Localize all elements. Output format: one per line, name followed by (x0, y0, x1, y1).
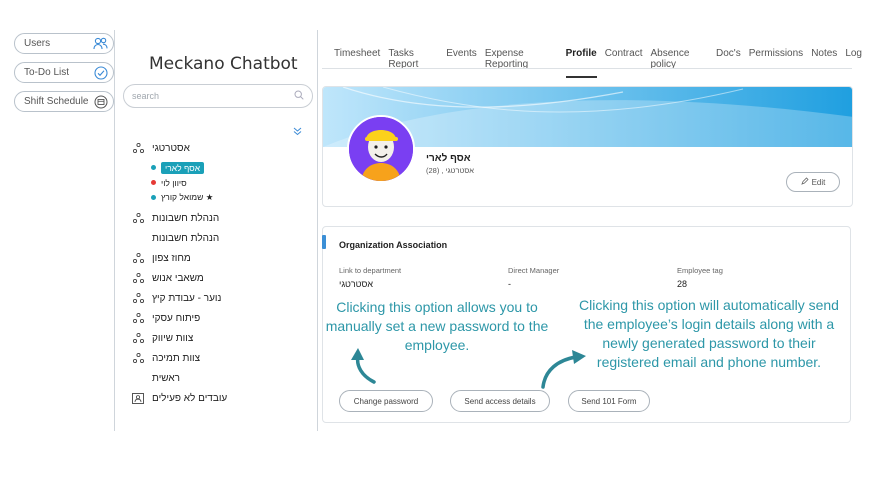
calendar-icon (93, 94, 108, 109)
sidebar: Meckano Chatbot search אסטרטגי אסף לארי (114, 30, 318, 431)
tree-node-label: הנהלת חשבונות (152, 232, 220, 244)
pencil-icon (800, 177, 809, 187)
field-label: Link to department (339, 266, 402, 275)
tree-node-label: צוות תמיכה (152, 352, 201, 364)
tab-expense-reporting[interactable]: Expense Reporting (485, 48, 558, 78)
profile-card: אסף לארי אסטרטגי , (28) Edit (322, 86, 853, 207)
org-title: Organization Association (339, 240, 448, 250)
tree-node-label: משאבי אנוש (152, 272, 204, 284)
tab-contract[interactable]: Contract (605, 48, 643, 78)
send-101-form-button[interactable]: Send 101 Form (568, 390, 650, 412)
annotation-send-access: Clicking this option will automatically … (579, 297, 839, 370)
employee-item[interactable]: סיוון לוי (131, 175, 301, 190)
tree-node[interactable]: הנהלת חשבונות (131, 228, 301, 248)
tree-node-inactive[interactable]: עובדים לא פעילים (131, 388, 301, 408)
app-root: Users To-Do List Shift Schedule Meckano … (0, 0, 870, 489)
employee-label: סיוון לוי (161, 177, 187, 188)
tree-node[interactable]: משאבי אנוש (131, 268, 301, 288)
profile-name: אסף לארי (426, 153, 471, 164)
profile-tabs: Timesheet Tasks Report Events Expense Re… (334, 48, 870, 78)
org-tree-icon (131, 143, 145, 153)
field-label: Direct Manager (508, 266, 560, 275)
org-tree-icon (131, 333, 145, 343)
tab-docs[interactable]: Doc's (716, 48, 741, 78)
tree-node-label: מחוז צפון (152, 252, 191, 264)
users-button[interactable]: Users (14, 33, 114, 54)
brand-title: Meckano Chatbot (149, 54, 298, 74)
department-tree: אסטרטגי אסף לארי סיוון לוי שמואל קורץ ★ … (131, 138, 301, 408)
search-icon (294, 90, 304, 102)
tree-node-label: צוות שיווק (152, 332, 194, 344)
change-password-button[interactable]: Change password (339, 390, 433, 412)
users-label: Users (24, 38, 51, 49)
direct-manager-field: Direct Manager - (508, 266, 559, 289)
tree-node[interactable]: הנהלת חשבונות (131, 208, 301, 228)
search-input[interactable]: search (123, 84, 313, 108)
employee-tag-field: Employee tag 28 (677, 266, 723, 289)
org-tree-icon (131, 353, 145, 363)
search-placeholder: search (132, 91, 160, 101)
tree-node[interactable]: פיתוח עסקי (131, 308, 301, 328)
status-dot (151, 165, 156, 170)
tab-log[interactable]: Log (845, 48, 862, 78)
tree-node[interactable]: ראשית (131, 368, 301, 388)
check-circle-icon (93, 65, 108, 80)
tab-tasks-report[interactable]: Tasks Report (388, 48, 438, 78)
field-value: - (508, 279, 511, 289)
tab-absence-policy[interactable]: Absence policy (650, 48, 708, 78)
edit-profile-button[interactable]: Edit (786, 172, 840, 192)
employee-item[interactable]: שמואל קורץ ★ (131, 190, 301, 205)
tree-node-label: ראשית (152, 372, 181, 384)
tab-events[interactable]: Events (446, 48, 477, 78)
tree-node-label: נוער - עבודת קיץ (152, 292, 222, 304)
field-value: אסטרטגי (339, 279, 374, 289)
status-dot (151, 195, 156, 200)
tab-profile[interactable]: Profile (565, 48, 597, 78)
employee-item[interactable]: אסף לארי (131, 160, 301, 175)
annotation-change-password: Clicking this option allows you to manua… (325, 299, 549, 353)
tree-node-label: הנהלת חשבונות (152, 212, 220, 224)
tree-node[interactable]: צוות תמיכה (131, 348, 301, 368)
field-label: Employee tag (677, 266, 723, 275)
tree-node[interactable]: נוער - עבודת קיץ (131, 288, 301, 308)
tree-node[interactable]: מחוז צפון (131, 248, 301, 268)
section-accent (322, 235, 326, 249)
todo-list-button[interactable]: To-Do List (14, 62, 114, 83)
tree-node-label: עובדים לא פעילים (152, 392, 228, 404)
inactive-users-icon (131, 392, 145, 404)
todo-label: To-Do List (24, 67, 70, 78)
org-tree-icon (131, 213, 145, 223)
quick-buttons: Users To-Do List Shift Schedule (14, 33, 114, 120)
avatar (347, 115, 415, 183)
field-value: 28 (677, 279, 688, 289)
shift-schedule-button[interactable]: Shift Schedule (14, 91, 114, 112)
employee-label: אסף לארי (161, 161, 205, 174)
send-access-details-button[interactable]: Send access details (450, 390, 550, 412)
tree-node[interactable]: צוות שיווק (131, 328, 301, 348)
employee-label: שמואל קורץ ★ (161, 192, 214, 202)
users-icon (93, 36, 108, 51)
tab-permissions[interactable]: Permissions (749, 48, 803, 78)
shift-label: Shift Schedule (24, 96, 89, 107)
tree-node-label: פיתוח עסקי (152, 312, 201, 324)
org-tree-icon (131, 293, 145, 303)
org-tree-icon (131, 313, 145, 323)
tab-notes[interactable]: Notes (811, 48, 837, 78)
edit-label: Edit (811, 177, 826, 187)
status-dot (151, 180, 156, 185)
tab-timesheet[interactable]: Timesheet (334, 48, 380, 78)
tree-node-label: אסטרטגי (152, 142, 190, 154)
profile-subtitle: אסטרטגי , (28) (426, 166, 474, 175)
tree-node[interactable]: אסטרטגי (131, 138, 301, 158)
org-tree-icon (131, 253, 145, 263)
link-department-field: Link to department אסטרטגי (339, 266, 401, 289)
tab-divider (322, 68, 852, 69)
org-tree-icon (131, 273, 145, 283)
